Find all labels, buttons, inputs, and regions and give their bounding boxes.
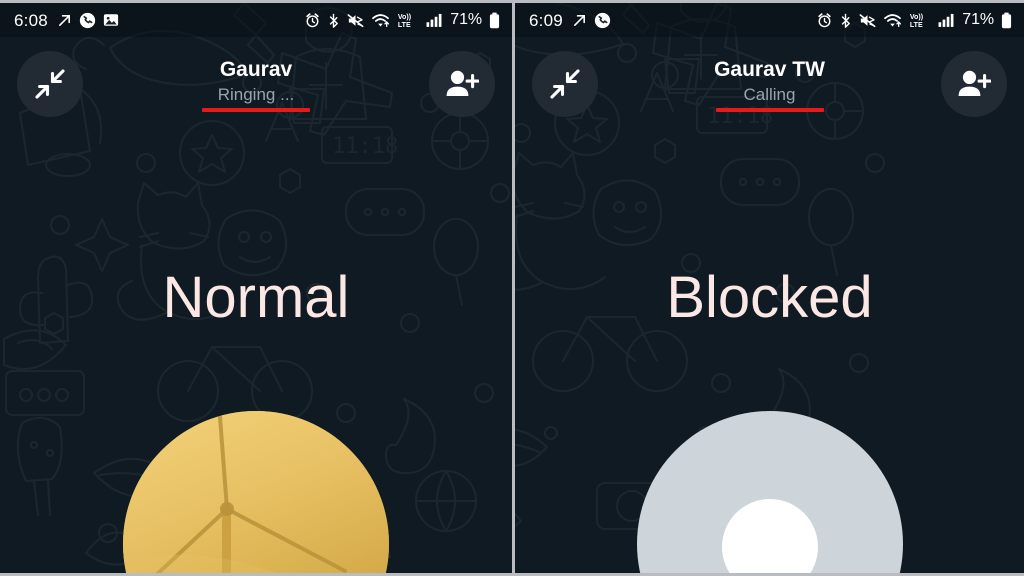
call-active-icon: [79, 12, 96, 28]
status-time: 6:09: [529, 10, 563, 30]
status-bar: 6:08 Vo)) LTE 71%: [0, 3, 512, 37]
minimize-call-button[interactable]: [532, 51, 598, 117]
person-add-icon: [958, 70, 991, 96]
image-icon: [103, 14, 119, 26]
contact-avatar[interactable]: [636, 411, 903, 573]
call-header: Gaurav TW Calling: [515, 37, 1024, 133]
collapse-arrows-icon: [35, 69, 65, 99]
signal-bars-icon: [938, 13, 954, 27]
screenshot-root: 11:18 6:08 Vo)) LTE 71% Gaurav Ringing .…: [0, 0, 1024, 576]
bluetooth-icon: [841, 13, 851, 28]
svg-text:11:18: 11:18: [332, 134, 398, 159]
contact-avatar[interactable]: [123, 411, 389, 573]
add-participant-button[interactable]: [941, 51, 1007, 117]
contact-name: Gaurav TW: [714, 58, 825, 81]
location-arrow-icon: [58, 14, 70, 26]
battery-full-icon: [489, 12, 500, 28]
status-bar-left: 6:08: [14, 12, 119, 29]
wind-turbine-photo: [123, 411, 389, 573]
call-state-label: Ringing ...: [217, 85, 295, 104]
call-title-block: Gaurav TW Calling: [640, 57, 900, 112]
battery-full-icon: [1001, 12, 1012, 28]
volume-mute-icon: [347, 13, 364, 27]
default-contact-avatar: [721, 499, 818, 573]
svg-text:LTE: LTE: [398, 21, 411, 28]
status-bar: 6:09 Vo)) LTE 71%: [515, 3, 1024, 37]
bluetooth-icon: [329, 13, 339, 28]
add-participant-button[interactable]: [429, 51, 495, 117]
volte-icon: Vo)) LTE: [398, 13, 412, 28]
annotation-label: Blocked: [666, 265, 873, 330]
alarm-icon: [306, 12, 319, 27]
battery-percent-label: 71%: [962, 11, 994, 28]
person-add-icon: [446, 70, 479, 96]
battery-percent-label: 71%: [450, 11, 482, 28]
minimize-call-button[interactable]: [17, 51, 83, 117]
svg-text:LTE: LTE: [910, 21, 923, 28]
call-screen-panel-right: 11:18 6:09 Vo)) LTE 71% Gaurav TW Callin…: [512, 3, 1024, 573]
status-time: 6:08: [14, 10, 48, 30]
wifi-icon: [884, 13, 902, 27]
alarm-icon: [818, 12, 831, 27]
call-state-underline: [715, 108, 824, 112]
status-bar-right: Vo)) LTE 71%: [305, 12, 500, 29]
collapse-arrows-icon: [550, 69, 580, 99]
wifi-icon: [372, 13, 390, 27]
annotation-label: Normal: [162, 265, 350, 330]
status-bar-right: Vo)) LTE 71%: [817, 12, 1012, 29]
contact-name: Gaurav: [219, 58, 293, 81]
call-screen-panel-left: 11:18 6:08 Vo)) LTE 71% Gaurav Ringing .…: [0, 3, 512, 573]
location-arrow-icon: [573, 14, 585, 26]
volume-mute-icon: [859, 13, 876, 27]
signal-bars-icon: [426, 13, 442, 27]
status-bar-left: 6:09: [529, 12, 611, 29]
call-state-label: Calling: [743, 85, 796, 104]
volte-icon: Vo)) LTE: [910, 13, 924, 28]
call-state-underline: [202, 108, 310, 112]
call-active-icon: [594, 12, 611, 28]
call-header: Gaurav Ringing ...: [0, 37, 512, 133]
call-title-block: Gaurav Ringing ...: [126, 57, 386, 112]
